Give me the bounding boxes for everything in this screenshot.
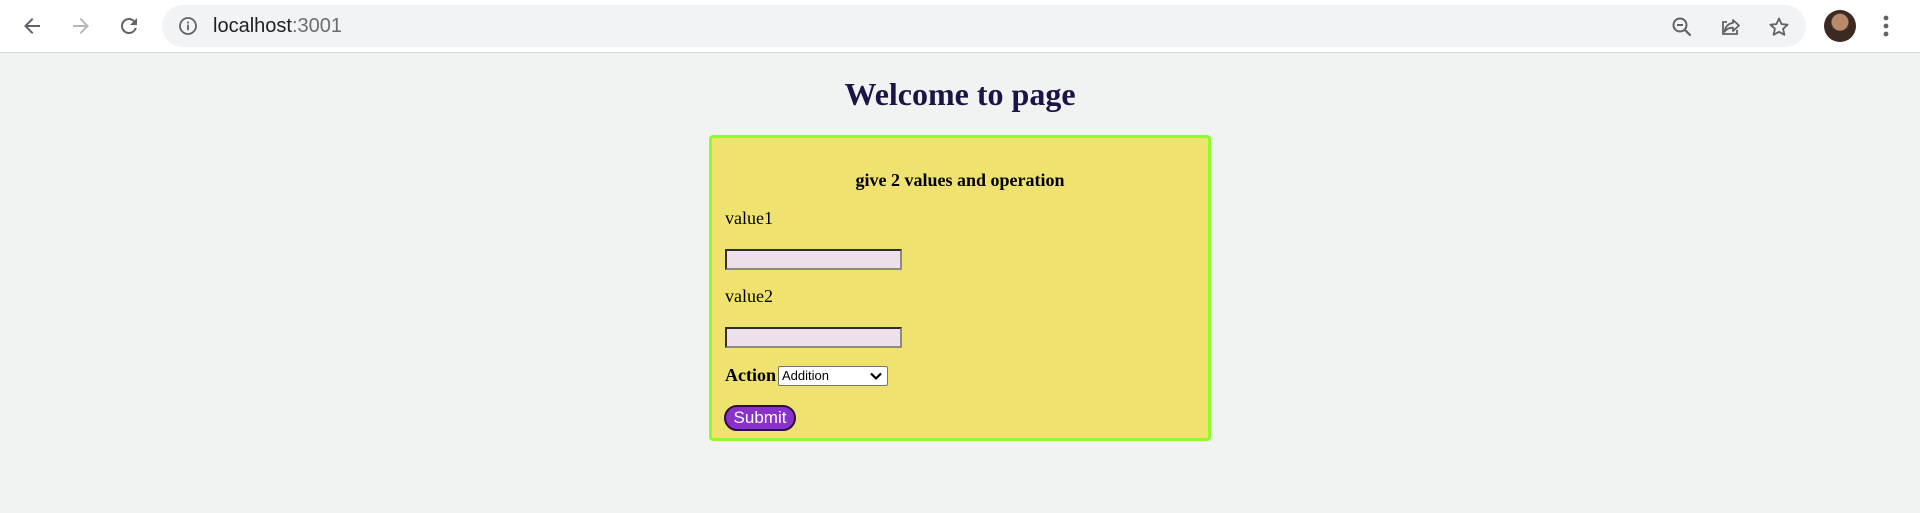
value1-input[interactable] bbox=[725, 249, 902, 270]
forward-arrow-icon bbox=[73, 18, 89, 34]
back-arrow-icon bbox=[24, 18, 40, 34]
browser-toolbar: localhost:3001 bbox=[0, 0, 1920, 53]
submit-button[interactable]: Submit bbox=[724, 405, 796, 431]
info-icon[interactable] bbox=[178, 16, 198, 36]
value2-input[interactable] bbox=[725, 327, 902, 348]
forward-button[interactable] bbox=[65, 10, 97, 42]
page-title: Welcome to page bbox=[844, 76, 1076, 112]
reload-icon bbox=[121, 18, 137, 34]
url-host: localhost bbox=[213, 15, 292, 37]
share-icon[interactable] bbox=[1719, 15, 1743, 39]
action-select[interactable]: Addition bbox=[778, 366, 888, 386]
value1-label: value1 bbox=[725, 208, 773, 228]
kebab-menu-icon[interactable] bbox=[1876, 12, 1896, 40]
calculator-form: give 2 values and operation value1 value… bbox=[709, 135, 1211, 441]
chevron-down-icon bbox=[870, 372, 882, 381]
star-icon[interactable] bbox=[1767, 15, 1791, 39]
avatar[interactable] bbox=[1824, 10, 1856, 42]
action-selected-value: Addition bbox=[782, 368, 829, 383]
form-heading: give 2 values and operation bbox=[855, 170, 1065, 190]
url-text[interactable]: localhost:3001 bbox=[213, 15, 342, 37]
address-bar[interactable]: localhost:3001 bbox=[162, 5, 1806, 47]
reload-button[interactable] bbox=[113, 10, 145, 42]
back-button[interactable] bbox=[16, 10, 48, 42]
action-label: Action bbox=[725, 365, 776, 385]
value2-label: value2 bbox=[725, 286, 773, 306]
url-port: :3001 bbox=[291, 15, 342, 37]
zoom-out-icon[interactable] bbox=[1670, 15, 1694, 39]
